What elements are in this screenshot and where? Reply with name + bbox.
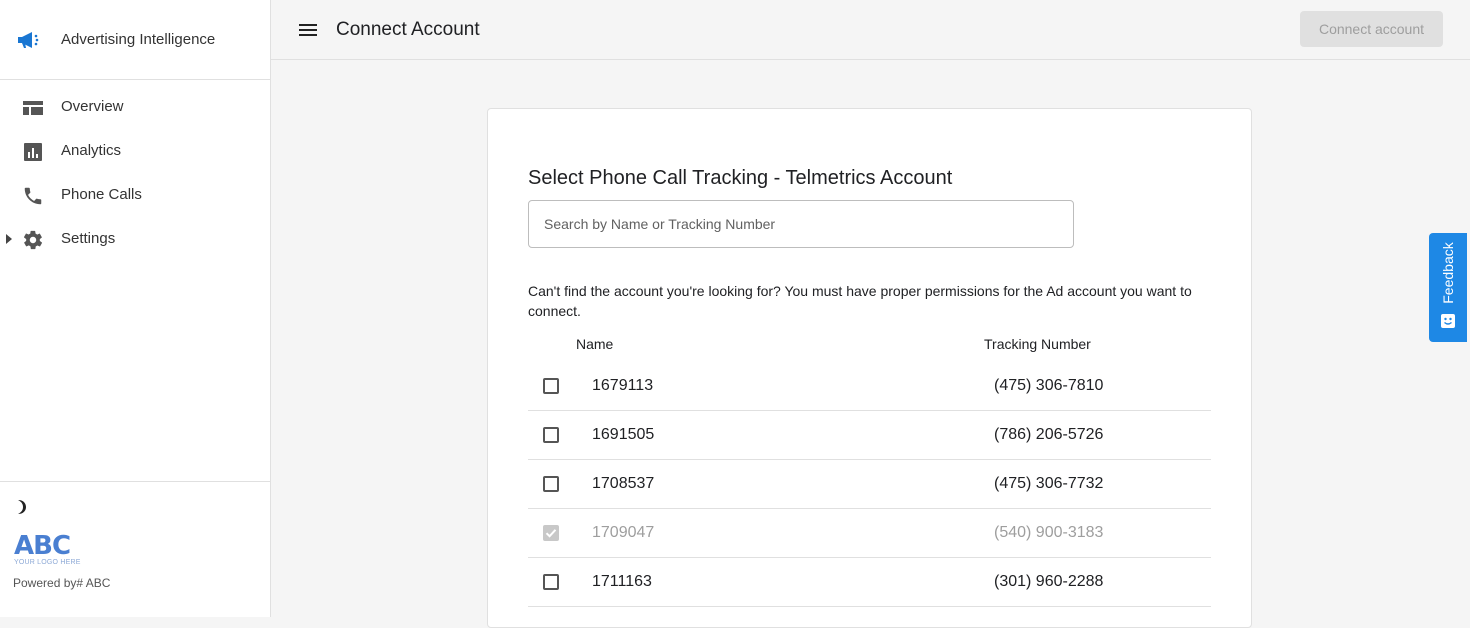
account-name: 1679113 — [592, 377, 654, 394]
sidebar-item-analytics[interactable]: Analytics — [0, 129, 270, 173]
tracking-number: (301) 960-2288 — [994, 573, 1104, 590]
logo-text: ABC — [14, 531, 71, 561]
checkmark-icon — [545, 529, 557, 538]
moon-icon[interactable] — [14, 498, 32, 516]
feedback-label: Feedback — [1440, 242, 1456, 304]
dashboard-icon — [23, 101, 43, 115]
powered-by-text: Powered by# ABC — [13, 576, 111, 590]
analytics-icon — [24, 143, 42, 161]
tracking-number: (475) 306-7810 — [994, 377, 1104, 394]
column-header-name: Name — [576, 336, 614, 352]
caret-right-icon — [6, 234, 12, 244]
company-logo: ABC YOUR LOGO HERE — [14, 533, 104, 569]
account-name: 1711163 — [592, 573, 652, 590]
sidebar-item-overview[interactable]: Overview — [0, 85, 270, 129]
tracking-number: (786) 206-5726 — [994, 426, 1104, 443]
table-row[interactable]: 1711163 (301) 960-2288 — [528, 558, 1211, 607]
row-checkbox[interactable] — [543, 574, 559, 590]
search-input[interactable] — [528, 200, 1074, 248]
connect-account-button[interactable]: Connect account — [1300, 11, 1443, 47]
column-header-tracking-number: Tracking Number — [984, 336, 1091, 352]
tracking-number: (475) 306-7732 — [994, 475, 1104, 492]
table-row[interactable]: 1708537 (475) 306-7732 — [528, 460, 1211, 509]
app-title: Advertising Intelligence — [61, 31, 216, 48]
sidebar-item-label: Analytics — [61, 142, 122, 159]
hamburger-menu-icon[interactable] — [298, 20, 318, 40]
row-checkbox-checked-disabled — [543, 525, 559, 541]
table-row[interactable]: 1679113 (475) 306-7810 — [528, 362, 1211, 411]
sidebar-item-label: Phone Calls — [61, 186, 142, 203]
feedback-tab[interactable]: Feedback — [1429, 233, 1467, 342]
sidebar-item-phone-calls[interactable]: Phone Calls — [0, 173, 270, 217]
permissions-notice: Can't find the account you're looking fo… — [528, 283, 1192, 319]
table-row: 1709047 (540) 900-3183 — [528, 509, 1211, 558]
top-bar: Connect Account Connect account — [271, 0, 1470, 60]
page-title: Connect Account — [336, 19, 480, 40]
brand-header: Advertising Intelligence — [0, 0, 271, 80]
account-name: 1708537 — [592, 475, 655, 492]
megaphone-icon — [18, 32, 39, 48]
account-selection-card: Select Phone Call Tracking - Telmetrics … — [487, 108, 1252, 628]
sidebar-item-label: Overview — [61, 98, 124, 115]
sidebar: Advertising Intelligence Overview Analyt… — [0, 0, 271, 617]
sidebar-item-label: Settings — [61, 230, 116, 247]
row-checkbox[interactable] — [543, 427, 559, 443]
feedback-smiley-icon — [1441, 314, 1455, 328]
sidebar-item-settings[interactable]: Settings — [0, 217, 270, 261]
row-checkbox[interactable] — [543, 476, 559, 492]
phone-icon — [24, 187, 42, 205]
row-checkbox[interactable] — [543, 378, 559, 394]
account-name: 1709047 — [592, 524, 655, 541]
sidebar-footer: ABC YOUR LOGO HERE Powered by# ABC — [0, 481, 271, 617]
tracking-number: (540) 900-3183 — [994, 524, 1104, 541]
table-row[interactable]: 1691505 (786) 206-5726 — [528, 411, 1211, 460]
gear-icon — [23, 230, 43, 250]
card-title: Select Phone Call Tracking - Telmetrics … — [528, 167, 953, 189]
account-name: 1691505 — [592, 426, 655, 443]
logo-subtext: YOUR LOGO HERE — [14, 559, 81, 566]
